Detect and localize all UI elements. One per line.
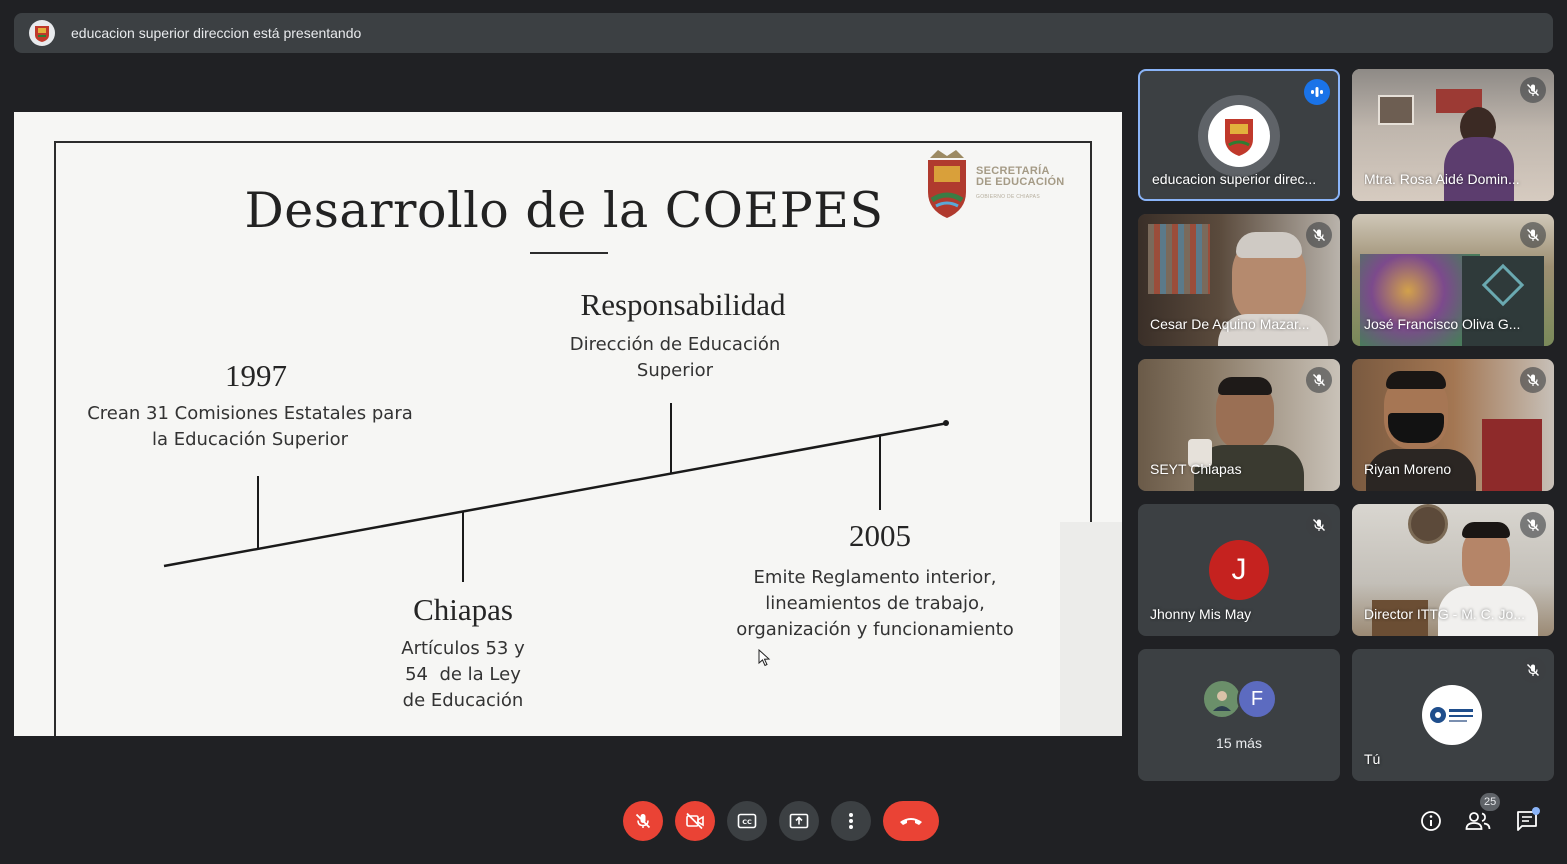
captions-button[interactable]: CC (727, 801, 767, 841)
people-button[interactable] (1465, 808, 1491, 834)
mic-off-icon (1306, 512, 1332, 538)
meet-window: educacion superior direccion está presen… (0, 0, 1567, 864)
more-vert-icon (849, 813, 853, 829)
camera-off-icon (686, 812, 704, 830)
hang-up-icon (900, 818, 922, 825)
participant-avatar: J (1209, 540, 1269, 600)
meeting-details-button[interactable] (1418, 808, 1444, 834)
leave-call-button[interactable] (883, 801, 939, 841)
participant-tile-director-ittg[interactable]: Director ITTG - M. C. Jo... (1352, 504, 1554, 636)
event-chiapas-body: Artículos 53 y 54 de la Ley de Educación (401, 638, 525, 711)
camera-toggle-button[interactable] (675, 801, 715, 841)
mic-off-icon (635, 813, 651, 829)
present-screen-icon (789, 813, 809, 829)
participant-tile-cesar[interactable]: Cesar De Aquino Mazar... (1138, 214, 1340, 346)
participant-name: Director ITTG - M. C. Jo... (1364, 606, 1526, 622)
more-options-button[interactable] (831, 801, 871, 841)
info-icon (1421, 811, 1441, 831)
participant-tile-riyan-moreno[interactable]: Riyan Moreno (1352, 359, 1554, 491)
presenting-banner: educacion superior direccion está presen… (14, 13, 1553, 53)
mic-off-icon (1306, 222, 1332, 248)
mic-toggle-button[interactable] (623, 801, 663, 841)
mic-off-icon (1520, 367, 1546, 393)
unread-chat-dot (1532, 807, 1540, 815)
participant-tile-educacion-superior[interactable]: educacion superior direc... (1138, 69, 1340, 201)
participant-name: SEYT Chiapas (1150, 461, 1242, 477)
mic-off-icon (1520, 512, 1546, 538)
people-icon (1465, 812, 1491, 830)
participant-name: Riyan Moreno (1364, 461, 1452, 477)
presenter-tile-avatar (1198, 95, 1280, 177)
mic-off-icon (1520, 222, 1546, 248)
presenter-avatar (29, 20, 55, 46)
more-participants-tile[interactable]: F 15 más (1138, 649, 1340, 781)
participant-name: José Francisco Oliva G... (1364, 316, 1521, 332)
participant-tile-rosa[interactable]: Mtra. Rosa Aidé Domin... (1352, 69, 1554, 201)
present-screen-button[interactable] (779, 801, 819, 841)
participant-tile-seyt-chiapas[interactable]: SEYT Chiapas (1138, 359, 1340, 491)
speaking-indicator-icon (1304, 79, 1330, 105)
event-responsabilidad-heading: Responsabilidad (580, 287, 786, 322)
participant-avatar-photo (1202, 679, 1242, 719)
participant-tile-jose-francisco[interactable]: José Francisco Oliva G... (1352, 214, 1554, 346)
timeline-end-dot (943, 420, 949, 426)
participant-avatar-initial: F (1237, 679, 1277, 719)
event-chiapas-heading: Chiapas (413, 592, 513, 627)
closed-captions-icon: CC (737, 813, 757, 829)
participant-name: Mtra. Rosa Aidé Domin... (1364, 171, 1520, 187)
participant-name: Cesar De Aquino Mazar... (1150, 316, 1310, 332)
event-2005-heading: 2005 (849, 518, 911, 553)
mic-off-icon (1306, 367, 1332, 393)
event-2005-body: Emite Reglamento interior, lineamientos … (736, 567, 1014, 640)
mouse-cursor-icon (758, 649, 771, 667)
shared-screen[interactable]: Desarrollo de la COEPES SECRETARÍA DE ED… (14, 112, 1122, 736)
event-1997-body: Crean 31 Comisiones Estatales para la Ed… (87, 403, 413, 450)
mic-off-icon (1520, 77, 1546, 103)
self-avatar-logo (1422, 685, 1482, 745)
event-1997-heading: 1997 (225, 358, 287, 393)
participant-tile-jhonny[interactable]: J Jhonny Mis May (1138, 504, 1340, 636)
presenting-text: educacion superior direccion está presen… (71, 25, 362, 41)
participant-tile-self[interactable]: Tú (1352, 649, 1554, 781)
chiapas-shield-icon (1225, 119, 1253, 156)
participant-name: Tú (1364, 751, 1381, 767)
more-participants-label: 15 más (1216, 735, 1262, 751)
event-responsabilidad-body: Dirección de Educación Superior (569, 334, 781, 381)
svg-text:CC: CC (742, 818, 752, 826)
participant-name: educacion superior direc... (1152, 171, 1317, 187)
mic-off-icon (1520, 657, 1546, 683)
participant-name: Jhonny Mis May (1150, 606, 1252, 622)
participants-count-badge: 25 (1480, 793, 1501, 811)
